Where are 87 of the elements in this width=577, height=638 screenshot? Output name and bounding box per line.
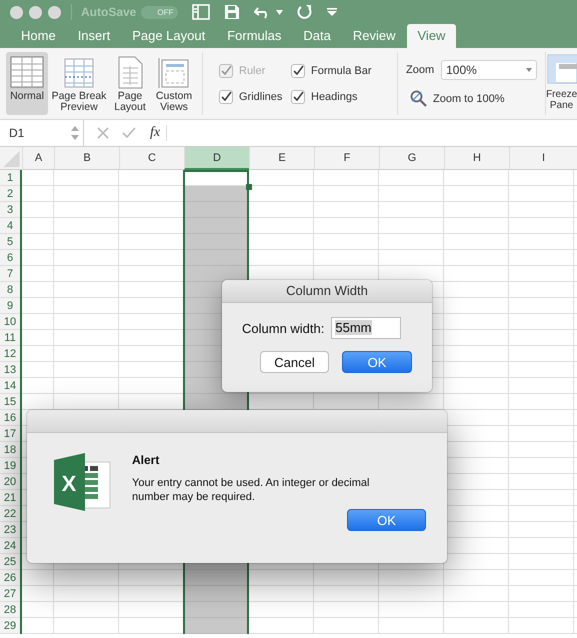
autosave-label: AutoSave (81, 5, 136, 19)
zoom-to-100-button[interactable]: Zoom to 100% (406, 90, 538, 107)
column-header[interactable]: C (119, 147, 184, 170)
sheet-grid-icon (10, 56, 44, 89)
ribbon-tab[interactable]: Data (292, 24, 342, 48)
ribbon-tab[interactable]: Home (10, 24, 67, 48)
column-header[interactable]: H (444, 147, 509, 170)
cancel-button[interactable]: Cancel (260, 351, 329, 373)
column-width-field[interactable]: 55mm (331, 317, 402, 339)
column-header[interactable]: A (22, 147, 54, 170)
row-header[interactable]: 14 (0, 378, 20, 394)
view-button[interactable]: Custom Views (150, 52, 198, 115)
view-button[interactable]: Normal (6, 52, 48, 115)
ok-button[interactable]: OK (342, 351, 412, 373)
row-header[interactable]: 4 (0, 218, 20, 234)
enter-icon[interactable] (122, 127, 136, 139)
view-button[interactable]: Page Break Preview (48, 52, 110, 115)
cancel-icon[interactable] (97, 127, 109, 139)
view-button[interactable]: Page Layout (110, 52, 150, 115)
row-header[interactable]: 17 (0, 426, 20, 442)
row-header[interactable]: 8 (0, 282, 20, 298)
row-header[interactable]: 7 (0, 266, 20, 282)
row-header[interactable]: 12 (0, 346, 20, 362)
row-header[interactable]: 28 (0, 602, 20, 618)
caret-icon[interactable] (276, 10, 284, 14)
stepper-icon (71, 126, 79, 140)
row-header[interactable]: 1 (0, 170, 20, 186)
row-header[interactable]: 25 (0, 554, 20, 570)
save-icon[interactable] (224, 4, 240, 20)
row-header[interactable]: 19 (0, 458, 20, 474)
column-header[interactable]: F (314, 147, 379, 170)
ribbon-tab[interactable]: Page Layout (121, 24, 216, 48)
dropdown-caret-icon (526, 68, 532, 72)
alert-title: Alert (132, 453, 160, 467)
window-control-button[interactable] (29, 6, 42, 18)
customize-icon[interactable] (327, 8, 338, 16)
row-header[interactable]: 13 (0, 362, 20, 378)
row-header[interactable]: 5 (0, 234, 20, 250)
row-header[interactable]: 10 (0, 314, 20, 330)
zoom-label: Zoom (406, 64, 434, 76)
row-header[interactable]: 16 (0, 410, 20, 426)
checkbox-label: Ruler (239, 64, 266, 76)
row-header[interactable]: 9 (0, 298, 20, 314)
row-header[interactable]: 20 (0, 474, 20, 490)
checkbox-label: Headings (311, 90, 358, 102)
checkbox-label: Gridlines (239, 90, 282, 102)
column-header[interactable]: B (54, 147, 119, 170)
fill-handle[interactable] (246, 184, 252, 190)
row-header[interactable]: 11 (0, 330, 20, 346)
checkbox[interactable] (291, 90, 305, 104)
row-header[interactable]: 18 (0, 442, 20, 458)
redo-icon[interactable] (297, 4, 314, 20)
alert-message: Your entry cannot be used. An integer or decimal number may be required. (132, 476, 370, 504)
row-header[interactable]: 21 (0, 490, 20, 506)
column-header[interactable]: I (509, 147, 577, 170)
row-header[interactable]: 24 (0, 538, 20, 554)
row-header[interactable]: 26 (0, 570, 20, 586)
checkbox-label: Formula Bar (311, 64, 372, 76)
sidebar-icon[interactable] (192, 4, 210, 20)
freeze-panes-button[interactable]: Freeze Pane (546, 52, 577, 115)
checkbox[interactable] (291, 64, 305, 78)
column-header[interactable]: G (379, 147, 444, 170)
field-label: Column width: (242, 320, 324, 336)
row-header[interactable]: 22 (0, 506, 20, 522)
ribbon-tab[interactable]: Review (342, 24, 406, 48)
custom-view-icon (157, 56, 191, 89)
magnifier-icon (410, 90, 427, 107)
ribbon-tab[interactable]: View (406, 24, 456, 48)
row-header[interactable]: 6 (0, 250, 20, 266)
dialog-title: Column Width (222, 280, 432, 303)
row-header[interactable]: 29 (0, 618, 20, 634)
ok-button[interactable]: OK (347, 509, 426, 531)
ribbon-tab[interactable]: Formulas (216, 24, 292, 48)
row-header[interactable]: 3 (0, 202, 20, 218)
row-header[interactable]: 23 (0, 522, 20, 538)
window-control-button[interactable] (48, 6, 61, 18)
row-header[interactable]: 15 (0, 394, 20, 410)
ribbon-tab[interactable]: Insert (66, 24, 122, 48)
insert-function-button[interactable]: fx (150, 125, 168, 141)
row-header[interactable]: 27 (0, 586, 20, 602)
checkbox[interactable] (219, 90, 233, 104)
column-header[interactable]: D (184, 147, 249, 170)
page-break-icon (62, 56, 96, 89)
column-header[interactable]: E (249, 147, 314, 170)
zoom-dropdown[interactable]: 100% (441, 60, 538, 80)
row-header[interactable]: 2 (0, 186, 20, 202)
window-control-button[interactable] (10, 6, 23, 18)
